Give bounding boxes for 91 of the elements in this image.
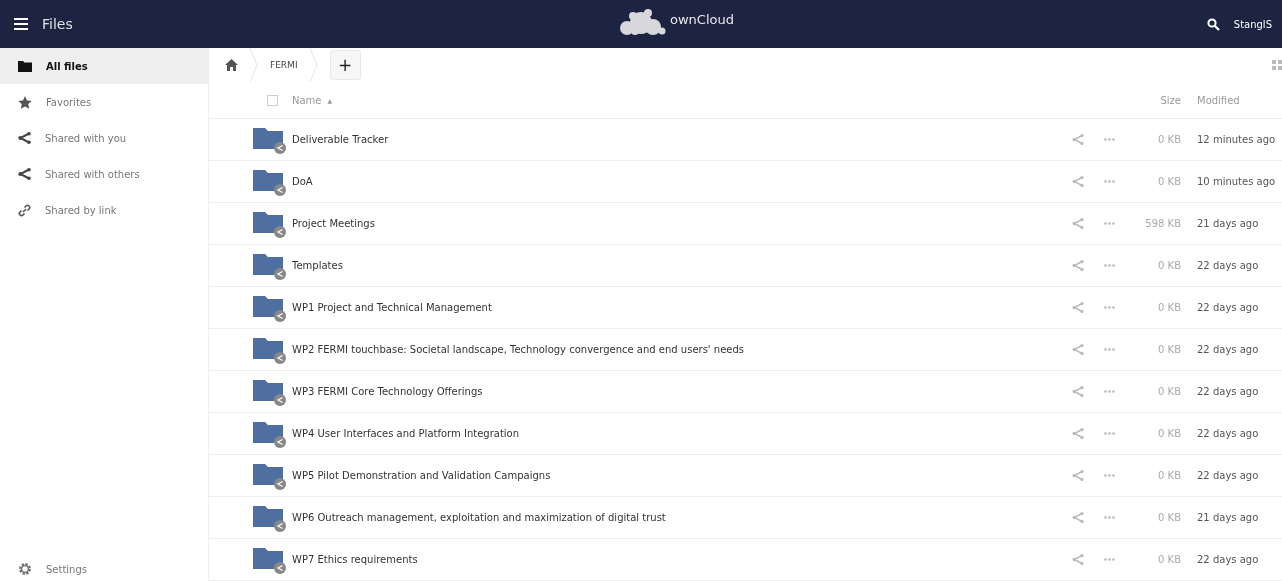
new-button[interactable]: +	[329, 50, 361, 80]
share-icon	[18, 168, 31, 180]
modified-time: 22 days ago	[1196, 302, 1260, 313]
file-name[interactable]: WP7 Ethics requirements	[292, 554, 418, 565]
file-size: 598 KB	[1144, 218, 1181, 229]
file-size: 0 KB	[1157, 302, 1181, 313]
share-icon[interactable]	[1072, 386, 1084, 397]
more-icon[interactable]	[1104, 474, 1115, 477]
file-size: 0 KB	[1157, 470, 1181, 481]
modified-time: 10 minutes ago	[1196, 176, 1277, 187]
file-name[interactable]: WP3 FERMI Core Technology Offerings	[292, 386, 483, 397]
shared-folder-icon	[253, 545, 287, 574]
shared-folder-icon	[253, 419, 287, 448]
more-icon[interactable]	[1104, 264, 1115, 267]
shared-folder-icon	[253, 461, 287, 490]
more-icon[interactable]	[1104, 390, 1115, 393]
more-icon[interactable]	[1104, 180, 1115, 183]
modified-time: 22 days ago	[1196, 260, 1260, 271]
file-size: 0 KB	[1157, 554, 1181, 565]
settings-icon	[18, 562, 32, 576]
link-icon	[18, 203, 31, 217]
shared-folder-icon	[253, 293, 287, 322]
more-icon[interactable]	[1104, 138, 1115, 141]
file-name[interactable]: Deliverable Tracker	[292, 134, 389, 145]
breadcrumb-separator-icon	[309, 48, 318, 82]
file-size: 0 KB	[1157, 428, 1181, 439]
grid-view-icon[interactable]	[1272, 60, 1282, 70]
file-name[interactable]: WP2 FERMI touchbase: Societal landscape, Technology convergence and end users' needs	[292, 344, 744, 355]
share-icon[interactable]	[1072, 344, 1084, 355]
shared-folder-icon	[253, 167, 287, 196]
sidebar-item[interactable]: Shared with others	[0, 156, 208, 192]
share-icon[interactable]	[1072, 470, 1084, 481]
folder-icon	[18, 60, 32, 72]
file-size: 0 KB	[1157, 134, 1181, 145]
modified-time: 22 days ago	[1196, 428, 1260, 439]
shared-folder-icon	[253, 209, 287, 238]
modified-time: 12 minutes ago	[1196, 134, 1277, 145]
modified-time: 22 days ago	[1196, 386, 1260, 397]
app-title[interactable]: Files	[42, 16, 73, 32]
file-size: 0 KB	[1157, 386, 1181, 397]
file-name[interactable]: WP1 Project and Technical Management	[292, 302, 492, 313]
share-icon[interactable]	[1072, 554, 1084, 565]
share-icon[interactable]	[1072, 218, 1084, 229]
shared-folder-icon	[253, 125, 287, 154]
breadcrumb-link[interactable]: FERMI	[270, 60, 298, 70]
file-size: 0 KB	[1157, 344, 1181, 355]
file-name[interactable]: Templates	[292, 260, 343, 271]
star-icon	[18, 95, 32, 109]
file-name[interactable]: DoA	[292, 176, 313, 187]
sidebar-item[interactable]: Shared with you	[0, 120, 208, 156]
file-size: 0 KB	[1157, 260, 1181, 271]
sidebar-item[interactable]: All files	[0, 48, 208, 84]
more-icon[interactable]	[1104, 222, 1115, 225]
share-icon[interactable]	[1072, 260, 1084, 271]
more-icon[interactable]	[1104, 558, 1115, 561]
breadcrumb-separator-icon	[250, 48, 258, 82]
file-size: 0 KB	[1157, 176, 1181, 187]
menu-icon[interactable]	[14, 18, 28, 30]
search-icon[interactable]	[1206, 17, 1220, 31]
file-name[interactable]: WP5 Pilot Demonstration and Validation Campaigns	[292, 470, 551, 481]
share-icon[interactable]	[1072, 428, 1084, 439]
file-name[interactable]: WP4 User Interfaces and Platform Integration	[292, 428, 520, 439]
share-icon[interactable]	[1072, 176, 1084, 187]
home-icon[interactable]	[225, 59, 238, 71]
modified-time: 22 days ago	[1196, 470, 1260, 481]
shared-folder-icon	[253, 503, 287, 532]
share-icon	[18, 132, 31, 144]
shared-folder-icon	[253, 377, 287, 406]
shared-folder-icon	[253, 251, 287, 280]
shared-folder-icon	[253, 335, 287, 364]
share-icon[interactable]	[1072, 134, 1084, 145]
more-icon[interactable]	[1104, 306, 1115, 309]
brand-name: ownCloud	[670, 11, 734, 27]
share-icon[interactable]	[1072, 302, 1084, 313]
modified-time: 22 days ago	[1196, 554, 1260, 565]
more-icon[interactable]	[1104, 432, 1115, 435]
more-icon[interactable]	[1104, 348, 1115, 351]
more-icon[interactable]	[1104, 516, 1115, 519]
select-all-checkbox[interactable]	[267, 94, 278, 106]
modified-time: 21 days ago	[1196, 512, 1260, 523]
settings-link[interactable]: Settings	[0, 557, 208, 581]
cloud-logo-icon	[617, 8, 667, 36]
user-name[interactable]: StanglS	[1233, 18, 1272, 30]
sidebar-item[interactable]: Shared by link	[0, 192, 208, 228]
modified-time: 22 days ago	[1196, 344, 1260, 355]
modified-time: 21 days ago	[1196, 218, 1260, 229]
sidebar-item[interactable]: Favorites	[0, 84, 208, 120]
file-name[interactable]: Project Meetings	[292, 218, 375, 229]
file-size: 0 KB	[1157, 512, 1181, 523]
file-name[interactable]: WP6 Outreach management, exploitation and maximization of digital trust	[292, 512, 666, 523]
share-icon[interactable]	[1072, 512, 1084, 523]
